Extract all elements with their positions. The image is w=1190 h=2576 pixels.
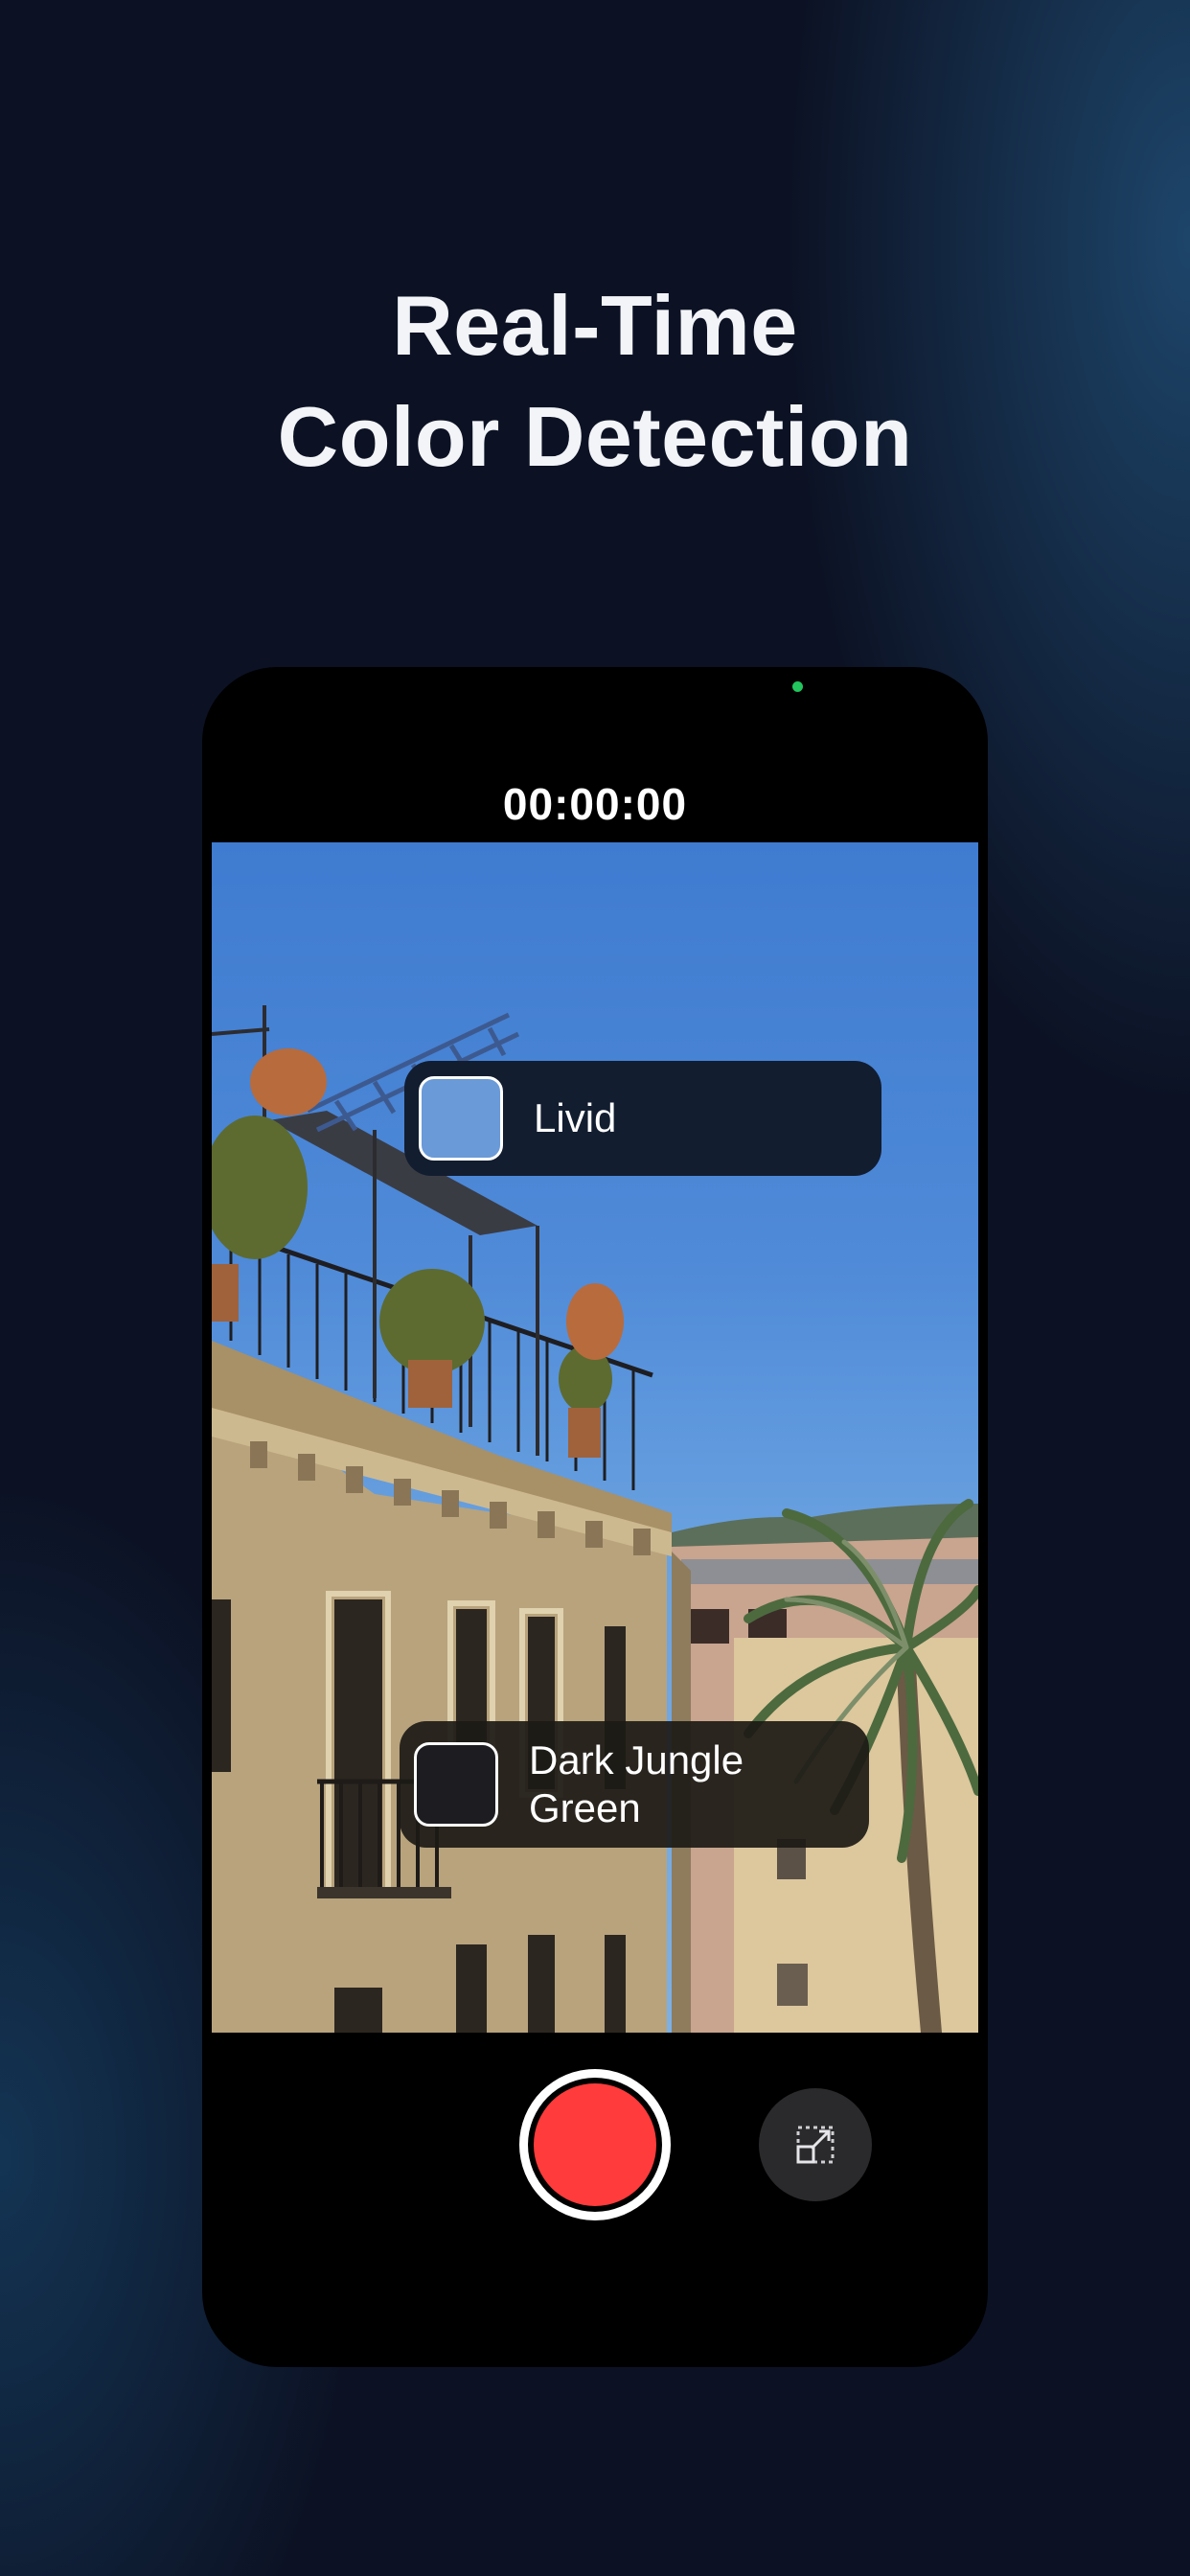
headline-line-1: Real-Time	[392, 278, 798, 373]
record-button[interactable]	[519, 2069, 671, 2220]
phone-mockup: 00:00:00 Livid Dark Jungle Green	[202, 667, 988, 2367]
headline-line-2: Color Detection	[277, 389, 913, 484]
color-name-dark-jungle-green: Dark Jungle Green	[529, 1737, 744, 1830]
record-button-core	[534, 2083, 656, 2206]
record-button-ring	[528, 2078, 662, 2212]
color-swatch-dark-jungle-green	[414, 1742, 498, 1827]
headline: Real-Time Color Detection	[0, 270, 1190, 493]
recording-indicator-dot	[792, 681, 803, 692]
color-name-livid: Livid	[534, 1095, 617, 1140]
camera-viewfinder[interactable]: Livid Dark Jungle Green	[212, 842, 978, 2033]
color-detection-tag-dark-jungle-green[interactable]: Dark Jungle Green	[400, 1721, 869, 1848]
recording-timer: 00:00:00	[502, 779, 688, 829]
color-detection-tag-livid[interactable]: Livid	[404, 1061, 881, 1176]
expand-button[interactable]	[759, 2088, 872, 2201]
expand-icon	[796, 2126, 835, 2164]
camera-scene-image	[212, 1005, 978, 2033]
color-swatch-livid	[419, 1076, 503, 1161]
